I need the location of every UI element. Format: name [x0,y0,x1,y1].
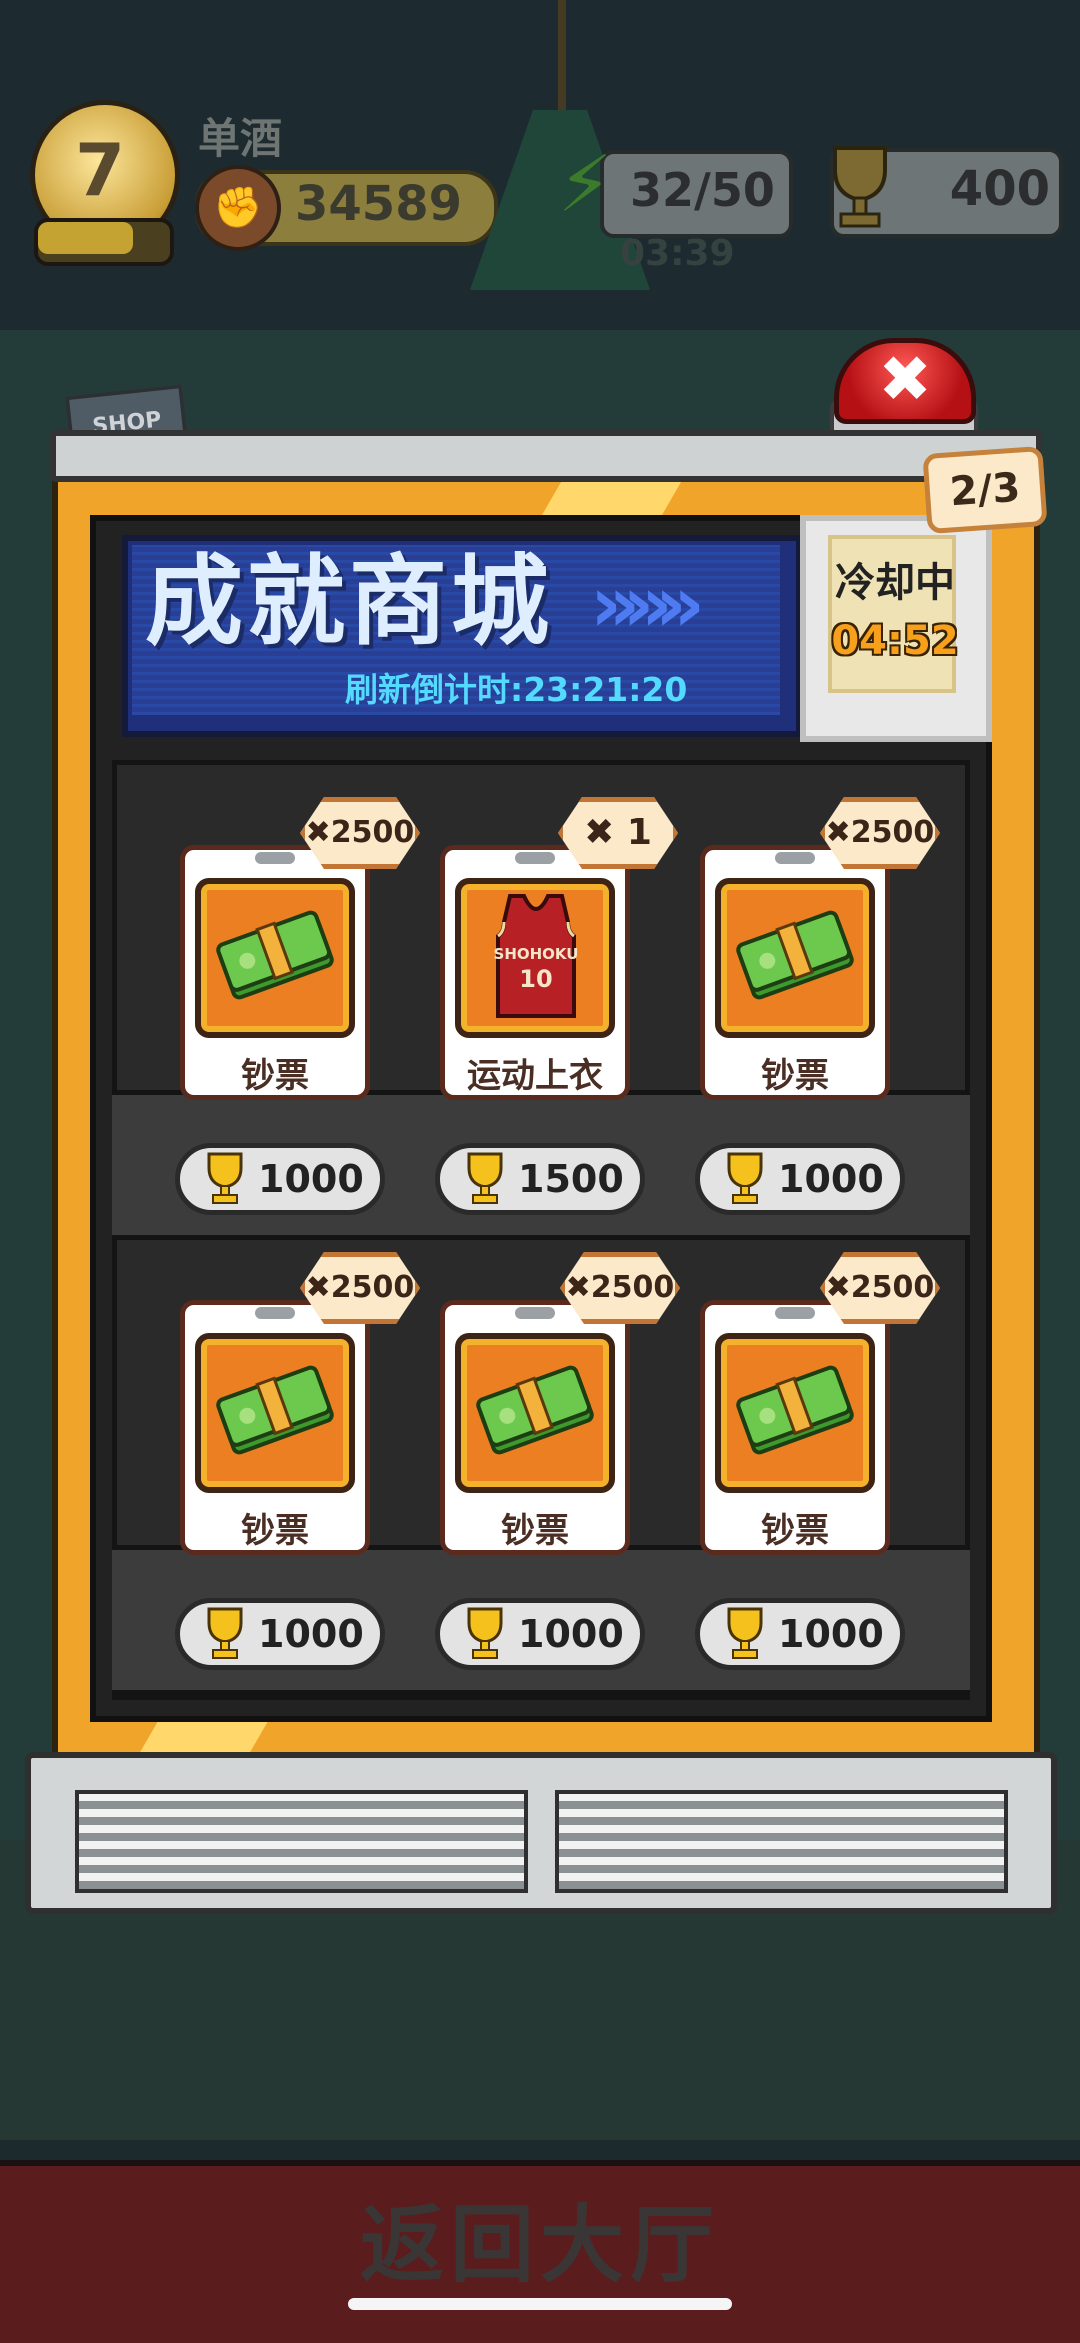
trophy-icon [723,1150,767,1206]
jersey-number: 10 [519,965,553,993]
refresh-countdown: 刷新倒计时:23:21:20 [345,670,688,709]
item-quantity-badge: ✖ 1 [558,797,678,869]
page-indicator: 2/3 [922,445,1048,535]
trophy-icon [463,1150,507,1206]
item-name: 钞票 [241,1511,309,1551]
energy-timer: 03:39 [620,233,735,274]
card-hook [775,852,815,864]
item-quantity-badge: ✖2500 [300,797,420,869]
cash-stack-icon [735,905,855,1005]
item-price: 1500 [518,1157,624,1201]
trophy-icon [723,1605,767,1661]
card-hook [515,852,555,864]
item-price: 1000 [518,1612,624,1656]
item-quantity-badge: ✖2500 [820,1252,940,1324]
vent-grille [555,1790,1008,1893]
vent-grille [75,1790,528,1893]
item-quantity-badge: ✖2500 [300,1252,420,1324]
shop-title: 成就商城 [145,545,554,659]
item-name: 钞票 [761,1056,829,1096]
item-name: 钞票 [241,1056,309,1096]
item-price: 1000 [778,1612,884,1656]
card-hook [255,1307,295,1319]
back-to-lobby-button[interactable]: 返回大厅 [0,2195,1080,2295]
card-hook [515,1307,555,1319]
item-price: 1000 [778,1157,884,1201]
player-name: 单酒 [198,114,283,163]
home-indicator[interactable] [348,2298,732,2310]
level-progress-fill [38,222,133,254]
trophy-value: 400 [949,161,1050,217]
cash-stack-icon [475,1360,595,1460]
item-name: 运动上衣 [467,1056,603,1096]
cash-stack-icon [215,905,335,1005]
cooldown-label: 冷却中 [835,560,955,606]
chevrons-right-icon: »»» [590,560,705,650]
trophy-icon [463,1605,507,1661]
trophy-icon [203,1605,247,1661]
power-value: 34589 [295,176,462,232]
lamp-cord [558,0,566,110]
energy-value: 32/50 [630,163,775,217]
cash-stack-icon [735,1360,855,1460]
item-quantity-badge: ✖2500 [820,797,940,869]
item-name: 钞票 [501,1511,569,1551]
cooldown-timer: 04:52 [831,618,959,664]
item-price: 1000 [258,1612,364,1656]
fist-icon: ✊ [195,165,281,251]
card-hook [775,1307,815,1319]
item-name: 钞票 [761,1511,829,1551]
lightning-plus-icon[interactable]: ⚡ [545,140,625,230]
trophy-icon [203,1150,247,1206]
item-quantity-badge: ✖2500 [560,1252,680,1324]
shop-machine-top [50,430,1042,482]
item-price: 1000 [258,1157,364,1201]
card-hook [255,852,295,864]
jersey-text: SHOHOKU [493,945,579,963]
cash-stack-icon [215,1360,335,1460]
trophy-icon [825,140,895,235]
